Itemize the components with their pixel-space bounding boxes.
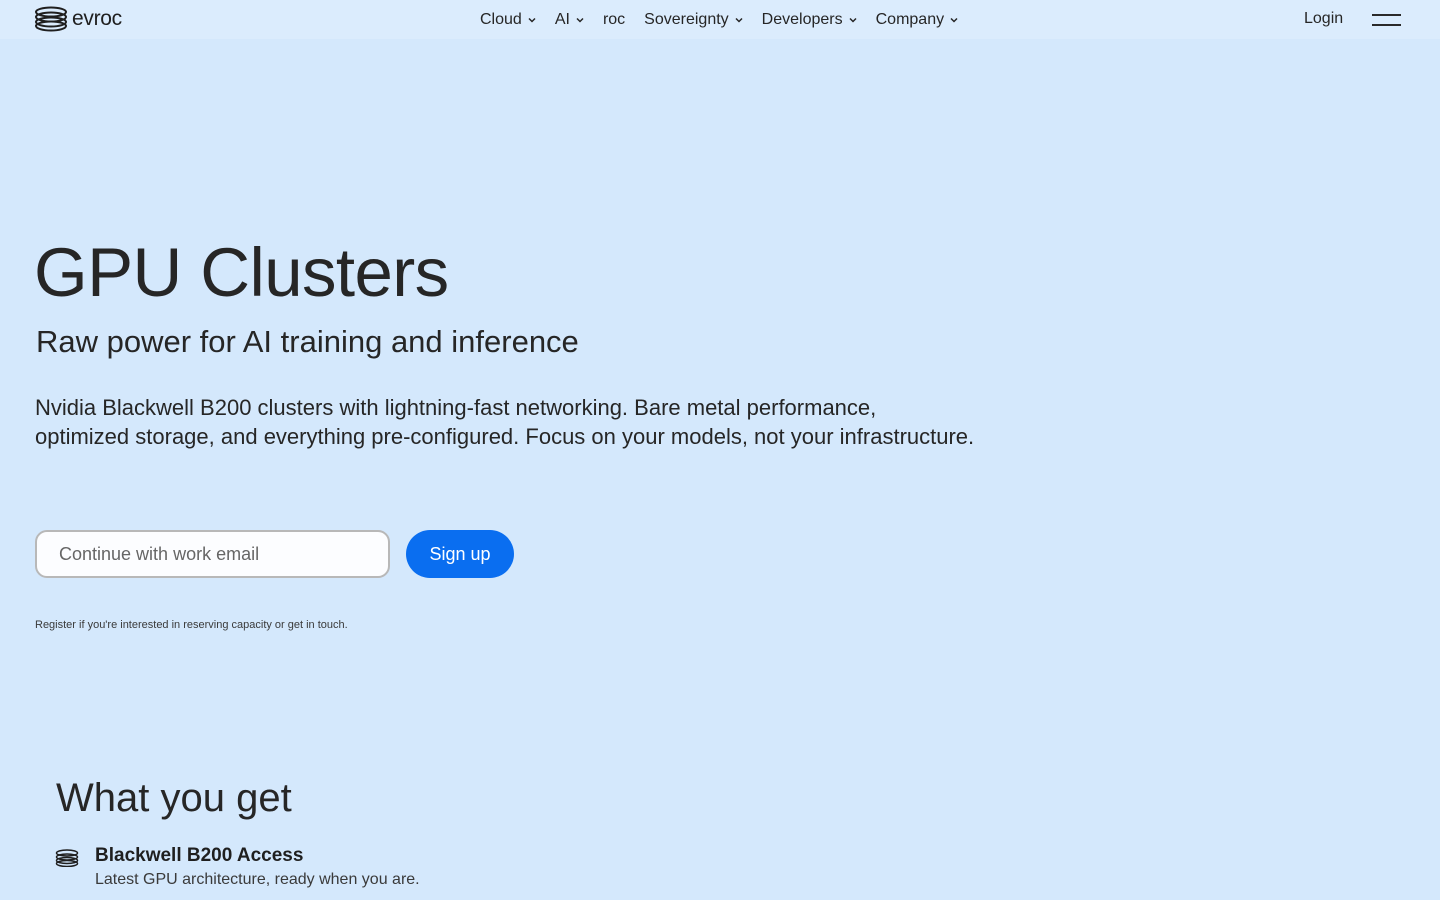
nav-item-ai[interactable]: AI — [555, 11, 584, 29]
nav-item-roc[interactable]: roc — [603, 11, 625, 29]
login-link[interactable]: Login — [1304, 10, 1343, 28]
gpu-stack-icon — [55, 849, 79, 867]
nav-item-label: roc — [602, 10, 626, 28]
hamburger-menu-icon[interactable] — [1372, 11, 1402, 29]
nav-item-company[interactable]: Company — [876, 11, 958, 29]
hero-subtitle: Raw power for AI training and inference — [36, 324, 579, 359]
nav-item-label: Cloud — [480, 10, 522, 28]
section-title-what-you-get: What you get — [56, 776, 292, 820]
nav-item-label: Sovereignty — [644, 10, 729, 28]
feature-title: Blackwell B200 Access — [95, 845, 304, 866]
hero-description: Nvidia Blackwell B200 clusters with ligh… — [35, 395, 975, 449]
top-navigation-bar: evroc Cloud AI roc Sovereignty Developer… — [0, 0, 1440, 39]
logo-text: evroc — [72, 7, 122, 30]
nav-item-developers[interactable]: Developers — [762, 11, 857, 29]
register-note: Register if you're interested in reservi… — [35, 619, 348, 631]
nav-item-label: Developers — [761, 10, 843, 28]
evroc-logo-icon — [35, 6, 67, 32]
nav-item-sovereignty[interactable]: Sovereignty — [644, 11, 743, 29]
feature-description: Latest GPU architecture, ready when you … — [95, 871, 420, 888]
chevron-down-icon — [735, 17, 743, 23]
feature-item-blackwell: Blackwell B200 Access Latest GPU archite… — [55, 845, 655, 895]
chevron-down-icon — [849, 17, 857, 23]
nav-item-label: Company — [875, 10, 945, 28]
nav-item-label: AI — [554, 10, 570, 28]
work-email-input[interactable] — [35, 530, 390, 578]
evroc-logo[interactable]: evroc — [34, 5, 122, 33]
nav-item-cloud[interactable]: Cloud — [480, 11, 536, 29]
page-title: GPU Clusters — [34, 234, 449, 311]
chevron-down-icon — [950, 17, 958, 23]
chevron-down-icon — [576, 17, 584, 23]
signup-button[interactable]: Sign up — [406, 530, 514, 578]
main-nav: Cloud AI roc Sovereignty Developers Comp… — [480, 0, 977, 39]
chevron-down-icon — [528, 17, 536, 23]
